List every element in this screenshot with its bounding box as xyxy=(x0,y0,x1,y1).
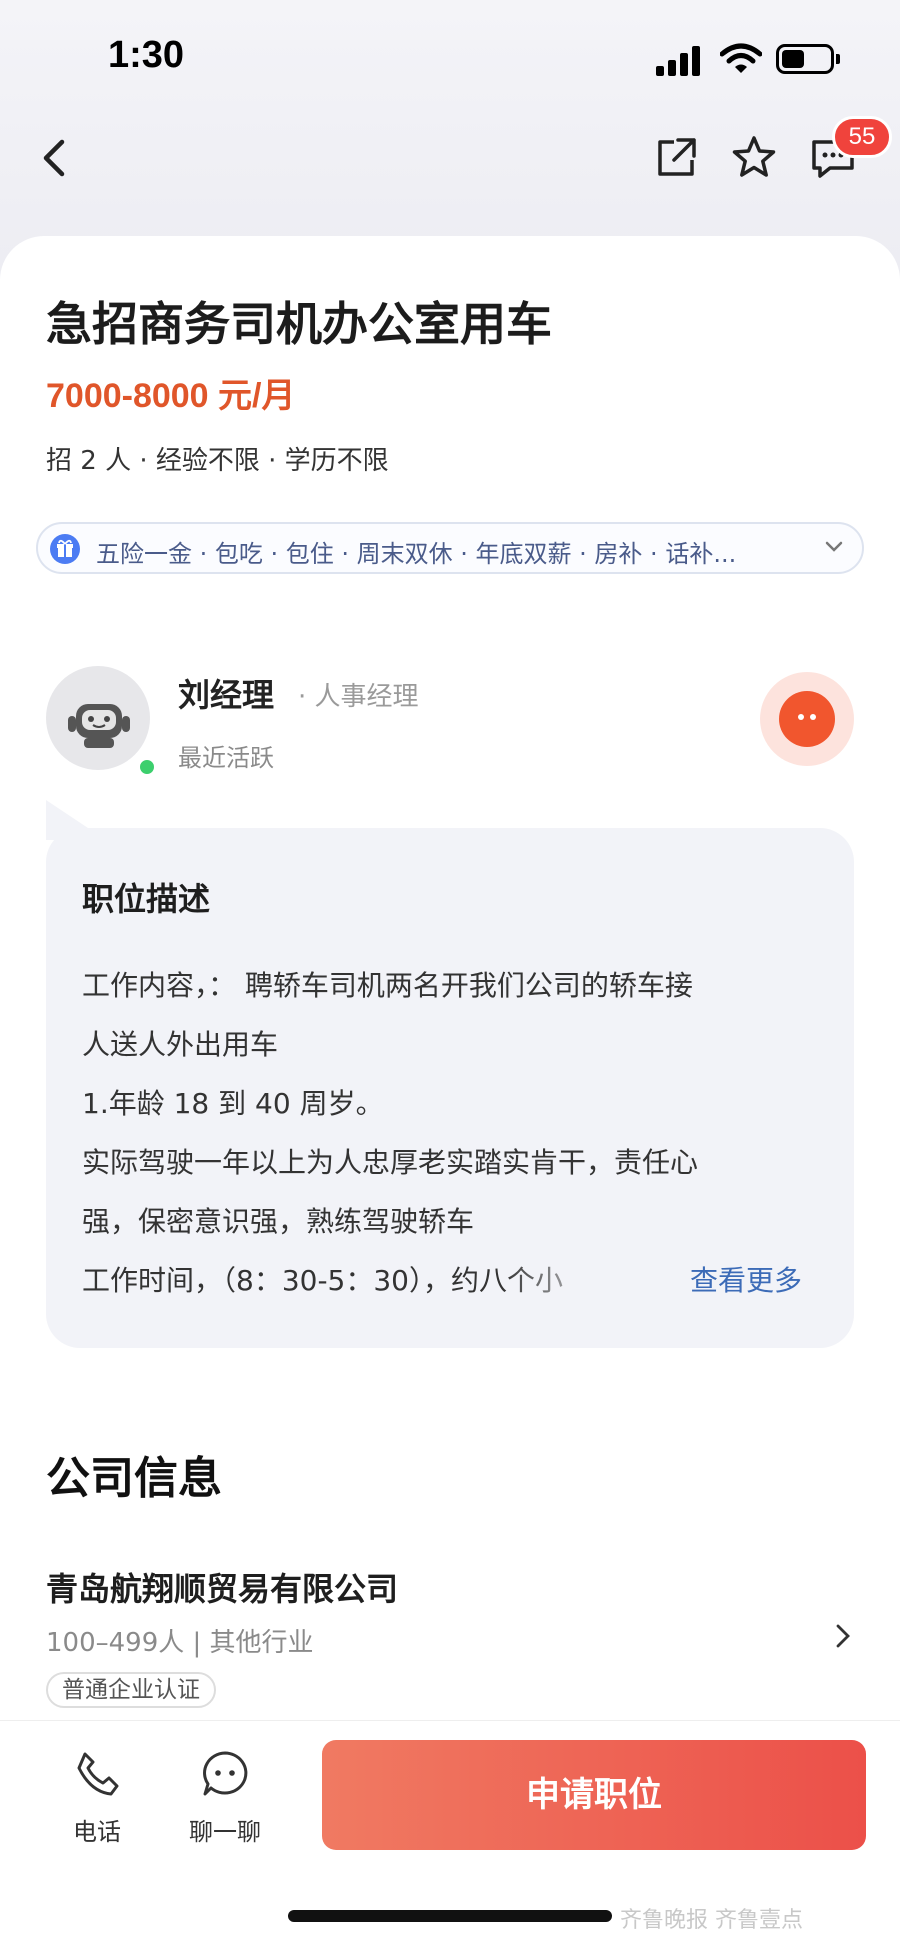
phone-icon xyxy=(77,1752,119,1796)
chat-recruiter-button[interactable] xyxy=(760,672,854,766)
text-fade xyxy=(502,1251,622,1310)
description-line: 1.年龄 18 到 40 周岁。 xyxy=(82,1087,384,1120)
recruiter-avatar[interactable] xyxy=(46,666,150,770)
wifi-icon xyxy=(720,43,762,73)
home-indicator[interactable] xyxy=(288,1910,612,1922)
job-requirements: 招 2 人 · 经验不限 · 学历不限 xyxy=(46,446,389,476)
chat-button[interactable]: 聊一聊 xyxy=(180,1748,270,1847)
chat-label: 聊一聊 xyxy=(189,1818,261,1846)
company-section-title: 公司信息 xyxy=(46,1453,222,1504)
battery-nub xyxy=(836,54,840,64)
share-icon[interactable] xyxy=(654,136,698,180)
signal-icon xyxy=(656,46,702,76)
description-last-line: 工作时间，（8：30-5：30），约八个小 查看更多 xyxy=(82,1251,822,1310)
company-verification-badge: 普通企业认证 xyxy=(46,1672,216,1708)
company-name[interactable]: 青岛航翔顺贸易有限公司 xyxy=(46,1564,398,1610)
description-line: 工作内容，： 聘轿车司机两名开我们公司的轿车接 xyxy=(82,969,693,1002)
status-bar: 1:30 xyxy=(0,0,900,110)
back-icon[interactable] xyxy=(34,136,74,180)
message-count-badge: 55 xyxy=(832,116,892,158)
job-description-text: 工作内容，： 聘轿车司机两名开我们公司的轿车接 人送人外出用车 1.年龄 18 … xyxy=(82,956,822,1310)
salary: 7000-8000 元/月 xyxy=(46,377,296,415)
recruiter-activity-status: 最近活跃 xyxy=(178,744,274,772)
welfare-tags[interactable]: 五险一金 · 包吃 · 包住 · 周末双休 · 年底双薪 · 房补 · 话补..… xyxy=(36,522,864,574)
battery-icon xyxy=(776,44,834,74)
apply-job-button[interactable]: 申请职位 xyxy=(322,1740,866,1850)
recruiter-role: · 人事经理 xyxy=(298,682,419,712)
chevron-right-icon[interactable] xyxy=(834,1622,852,1650)
description-line: 强，保密意识强，熟练驾驶轿车 xyxy=(82,1205,475,1238)
phone-button[interactable]: 电话 xyxy=(52,1748,142,1847)
chevron-down-icon xyxy=(825,541,843,552)
status-time: 1:30 xyxy=(108,34,185,76)
welfare-text: 五险一金 · 包吃 · 包住 · 周末双休 · 年底双薪 · 房补 · 话补..… xyxy=(96,540,737,568)
description-line: 工作时间，（8：30-5：30），约八个小 xyxy=(82,1264,563,1297)
recruiter-name: 刘经理 xyxy=(178,676,275,714)
job-description-title: 职位描述 xyxy=(82,880,211,918)
watermark: 齐鲁晚报 齐鲁壹点 xyxy=(620,1908,803,1933)
company-meta: 100–499人 | 其他行业 xyxy=(46,1628,314,1658)
description-line: 人送人外出用车 xyxy=(82,1028,279,1061)
job-title: 急招商务司机办公室用车 xyxy=(46,297,552,351)
chat-bubble-icon xyxy=(779,691,835,747)
chat-icon xyxy=(203,1751,248,1796)
online-status-dot xyxy=(136,756,158,778)
phone-label: 电话 xyxy=(73,1818,121,1846)
favorite-star-icon[interactable] xyxy=(730,134,778,180)
see-more-link[interactable]: 查看更多 xyxy=(686,1251,803,1310)
description-line: 实际驾驶一年以上为人忠厚老实踏实肯干，责任心 xyxy=(82,1146,699,1179)
gift-icon xyxy=(50,534,80,564)
